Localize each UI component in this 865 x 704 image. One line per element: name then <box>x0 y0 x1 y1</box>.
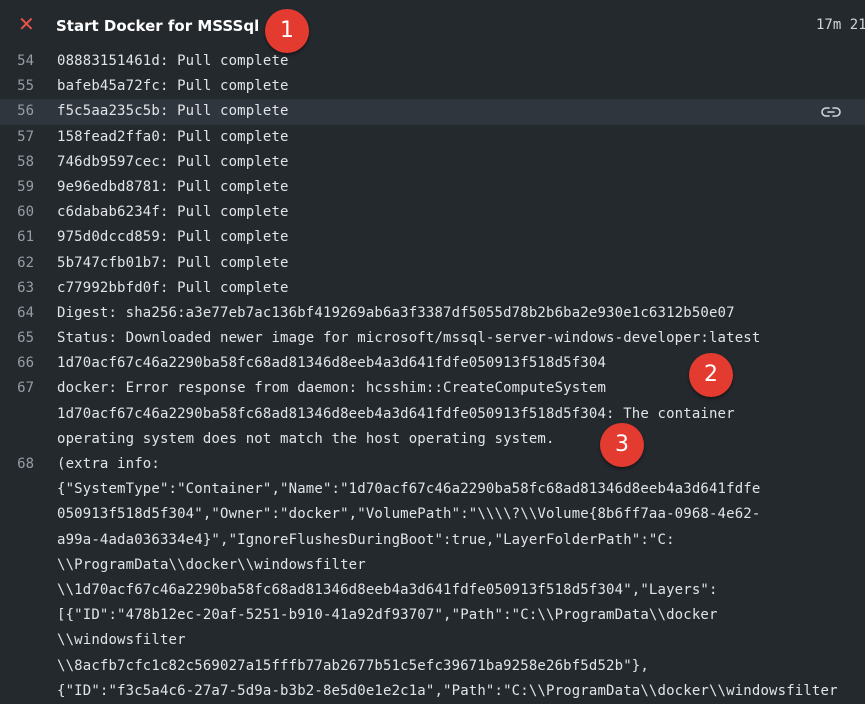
log-line: 64 Digest: sha256:a3e77eb7ac136bf419269ab… <box>0 301 865 326</box>
line-number[interactable]: 60 <box>0 204 34 220</box>
log-text: a99a-4ada036334e4}","IgnoreFlushesDuring… <box>57 531 675 548</box>
line-number[interactable]: 66 <box>0 355 34 371</box>
line-number[interactable]: 67 <box>0 380 34 396</box>
log-text: 1d70acf67c46a2290ba58fc68ad81346d8eeb4a3… <box>57 355 607 372</box>
log-line: 65 Status: Downloaded newer image for mic… <box>0 326 865 351</box>
step-duration: 17m 21 <box>816 17 865 33</box>
log-line: \\windowsfilter <box>0 628 865 653</box>
log-line: \\ProgramData\\docker\\windowsfilter <box>0 553 865 578</box>
log-line: 050913f518d5f304","Owner":"docker","Volu… <box>0 502 865 527</box>
log-line: \\1d70acf67c46a2290ba58fc68ad81346d8eeb4… <box>0 578 865 603</box>
log-line: 67 docker: Error response from daemon: hc… <box>0 376 865 401</box>
log-line: 61 975d0dccd859: Pull complete <box>0 225 865 250</box>
log-text: c6dabab6234f: Pull complete <box>57 204 289 221</box>
copy-link-icon[interactable] <box>820 103 842 121</box>
failed-status-icon: ✕ <box>18 12 35 36</box>
log-text: Digest: sha256:a3e77eb7ac136bf419269ab6a… <box>57 304 735 321</box>
log-text: \\windowsfilter <box>57 632 186 649</box>
log-text: 9e96edbd8781: Pull complete <box>57 178 289 195</box>
line-number[interactable]: 65 <box>0 330 34 346</box>
line-number[interactable]: 54 <box>0 53 34 69</box>
log-text: operating system does not match the host… <box>57 430 555 447</box>
log-text: 746db9597cec: Pull complete <box>57 153 289 170</box>
log-line: operating system does not match the host… <box>0 427 865 452</box>
step-header[interactable]: ✕ Start Docker for MSSSql 17m 21 <box>0 0 865 52</box>
line-number[interactable]: 62 <box>0 255 34 271</box>
log-text: bafeb45a72fc: Pull complete <box>57 78 289 95</box>
log-line: 58 746db9597cec: Pull complete <box>0 150 865 175</box>
line-number[interactable]: 55 <box>0 78 34 94</box>
log-line: 60 c6dabab6234f: Pull complete <box>0 200 865 225</box>
log-line: \\8acfb7cfc1c82c569027a15fffb77ab2677b51… <box>0 654 865 679</box>
log-text: {"ID":"f3c5a4c6-27a7-5d9a-b3b2-8e5d0e1e2… <box>57 682 838 699</box>
log-line: 54 08883151461d: Pull complete <box>0 49 865 74</box>
line-number[interactable]: 57 <box>0 129 34 145</box>
annotation-marker-2: 2 <box>689 353 733 397</box>
log-line: 57 158fead2ffa0: Pull complete <box>0 125 865 150</box>
log-line: 1d70acf67c46a2290ba58fc68ad81346d8eeb4a3… <box>0 402 865 427</box>
log-text: 5b747cfb01b7: Pull complete <box>57 254 289 271</box>
log-text: 158fead2ffa0: Pull complete <box>57 128 289 145</box>
log-line: [{"ID":"478b12ec-20af-5251-b910-41a92df9… <box>0 603 865 628</box>
step-title: Start Docker for MSSSql <box>56 17 260 35</box>
log-text: \\1d70acf67c46a2290ba58fc68ad81346d8eeb4… <box>57 581 718 598</box>
log-text: Status: Downloaded newer image for micro… <box>57 330 761 347</box>
log-line: 68 (extra info: <box>0 452 865 477</box>
line-number[interactable]: 68 <box>0 456 34 472</box>
log-line: 62 5b747cfb01b7: Pull complete <box>0 251 865 276</box>
log-line: {"SystemType":"Container","Name":"1d70ac… <box>0 477 865 502</box>
log-line: 63 c77992bbfd0f: Pull complete <box>0 276 865 301</box>
line-number[interactable]: 59 <box>0 179 34 195</box>
line-number[interactable]: 63 <box>0 280 34 296</box>
log-text: (extra info: <box>57 456 160 472</box>
log-text: [{"ID":"478b12ec-20af-5251-b910-41a92df9… <box>57 607 718 624</box>
log-text: f5c5aa235c5b: Pull complete <box>57 103 289 120</box>
line-number[interactable]: 58 <box>0 154 34 170</box>
log-text: 050913f518d5f304","Owner":"docker","Volu… <box>57 506 761 523</box>
log-text: 975d0dccd859: Pull complete <box>57 229 289 246</box>
log-output: 54 08883151461d: Pull complete 55 bafeb45a7… <box>0 49 865 704</box>
line-number[interactable]: 56 <box>0 103 34 119</box>
log-line: 55 bafeb45a72fc: Pull complete <box>0 74 865 99</box>
annotation-marker-1: 1 <box>265 9 309 53</box>
log-text: c77992bbfd0f: Pull complete <box>57 279 289 296</box>
log-line: 66 1d70acf67c46a2290ba58fc68ad81346d8eeb4… <box>0 351 865 376</box>
log-text: 1d70acf67c46a2290ba58fc68ad81346d8eeb4a3… <box>57 405 735 422</box>
annotation-marker-3: 3 <box>600 423 644 467</box>
log-line: a99a-4ada036334e4}","IgnoreFlushesDuring… <box>0 528 865 553</box>
log-text: 08883151461d: Pull complete <box>57 53 289 69</box>
log-text: {"SystemType":"Container","Name":"1d70ac… <box>57 481 761 498</box>
log-text: \\8acfb7cfc1c82c569027a15fffb77ab2677b51… <box>57 657 649 674</box>
line-number[interactable]: 61 <box>0 229 34 245</box>
log-text: docker: Error response from daemon: hcss… <box>57 380 607 397</box>
line-number[interactable]: 64 <box>0 305 34 321</box>
log-line: 56 f5c5aa235c5b: Pull complete <box>0 99 865 125</box>
log-text: \\ProgramData\\docker\\windowsfilter <box>57 556 366 573</box>
log-line: 59 9e96edbd8781: Pull complete <box>0 175 865 200</box>
log-line: {"ID":"f3c5a4c6-27a7-5d9a-b3b2-8e5d0e1e2… <box>0 679 865 704</box>
